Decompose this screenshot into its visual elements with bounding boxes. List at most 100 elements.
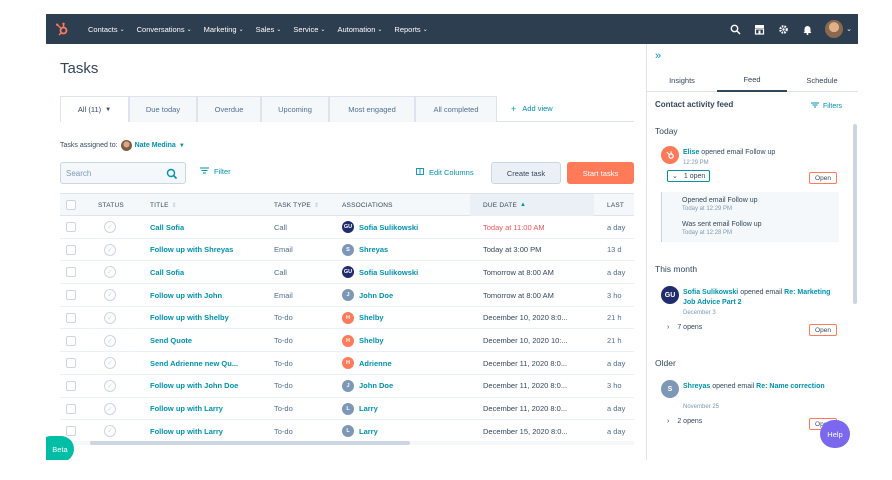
- search-icon[interactable]: [166, 167, 178, 180]
- row-checkbox[interactable]: [66, 380, 76, 391]
- task-title-link[interactable]: Call Sofia: [150, 261, 268, 283]
- checkbox[interactable]: [66, 200, 76, 210]
- task-title-link[interactable]: Follow up with John Doe: [150, 375, 268, 397]
- association-link[interactable]: Larry: [359, 427, 378, 436]
- owner-dropdown[interactable]: Nate Medina: [135, 142, 176, 149]
- horizontal-scrollbar[interactable]: [60, 441, 634, 445]
- col-status[interactable]: STATUS: [98, 194, 124, 216]
- nav-service[interactable]: Service ⌄: [293, 25, 325, 34]
- hubspot-logo-icon[interactable]: [46, 14, 78, 44]
- association-link[interactable]: Shelby: [359, 336, 384, 345]
- complete-task-icon[interactable]: ✓: [104, 311, 116, 324]
- collapse-sidebar-icon[interactable]: »: [655, 50, 661, 62]
- row-checkbox[interactable]: [66, 312, 76, 323]
- gear-icon[interactable]: [771, 14, 795, 44]
- task-title-link[interactable]: Follow up with Larry: [150, 398, 268, 420]
- help-button[interactable]: Help: [820, 420, 850, 448]
- tab-all-completed[interactable]: All completed: [415, 96, 497, 122]
- row-checkbox[interactable]: [66, 403, 76, 414]
- tab-insights[interactable]: Insights: [647, 68, 717, 92]
- nav-marketing[interactable]: Marketing ⌄: [204, 25, 244, 34]
- task-title-link[interactable]: Follow up with Shelby: [150, 307, 268, 329]
- contact-link[interactable]: Sofia Sulikowski: [683, 289, 738, 296]
- association-link[interactable]: Shelby: [359, 313, 384, 322]
- scrollbar-thumb[interactable]: [90, 441, 410, 445]
- complete-task-icon[interactable]: ✓: [104, 357, 116, 370]
- col-title[interactable]: TITLE ⇕: [150, 194, 177, 216]
- row-checkbox[interactable]: [66, 426, 76, 437]
- tab-due-today[interactable]: Due today: [129, 96, 197, 122]
- table-row[interactable]: ✓ Send Quote To-do H Shelby December 10, 2020…: [60, 330, 634, 353]
- row-checkbox[interactable]: [66, 358, 76, 369]
- tab-most-engaged[interactable]: Most engaged: [329, 96, 415, 122]
- sidebar-scrollbar[interactable]: [853, 124, 857, 304]
- complete-task-icon[interactable]: ✓: [104, 221, 116, 233]
- search-icon[interactable]: [723, 14, 747, 44]
- complete-task-icon[interactable]: ✓: [104, 334, 116, 347]
- user-avatar[interactable]: [825, 20, 844, 38]
- task-title-link[interactable]: Call Sofia: [150, 216, 268, 238]
- association-link[interactable]: Adrienne: [359, 359, 392, 368]
- email-link[interactable]: Re: Name correction: [756, 383, 824, 390]
- complete-task-icon[interactable]: ✓: [104, 402, 116, 415]
- tab-all[interactable]: All (11) ▼: [60, 96, 129, 122]
- beta-badge[interactable]: Beta: [46, 436, 74, 460]
- nav-contacts[interactable]: Contacts ⌄: [88, 25, 125, 34]
- col-last[interactable]: LAST: [607, 194, 624, 216]
- complete-task-icon[interactable]: ✓: [104, 425, 116, 438]
- table-row[interactable]: ✓ Follow up with Larry To-do L Larry December…: [60, 398, 634, 421]
- table-row[interactable]: ✓ Call Sofia Call GU Sofia Sulikowski Today a…: [60, 216, 634, 239]
- association-link[interactable]: John Doe: [359, 291, 393, 300]
- opens-toggle[interactable]: › 2 opens: [667, 418, 702, 425]
- complete-task-icon[interactable]: ✓: [104, 243, 116, 256]
- tab-upcoming[interactable]: Upcoming: [261, 96, 329, 122]
- col-associations[interactable]: ASSOCIATIONS: [342, 194, 393, 216]
- association-link[interactable]: John Doe: [359, 381, 393, 390]
- table-row[interactable]: ✓ Follow up with John Doe To-do J John Doe De…: [60, 375, 634, 398]
- feed-filters-button[interactable]: Filters: [811, 102, 842, 110]
- contact-link[interactable]: Elise: [683, 149, 699, 156]
- association-link[interactable]: Shreyas: [359, 245, 388, 254]
- col-task-type[interactable]: TASK TYPE ⇕: [274, 194, 319, 216]
- opens-toggle[interactable]: ⌄ 1 open: [667, 170, 710, 182]
- task-title-link[interactable]: Send Adrienne new Qu...: [150, 352, 268, 374]
- edit-columns-button[interactable]: Edit Columns: [416, 168, 474, 177]
- row-checkbox[interactable]: [66, 335, 76, 346]
- task-title-link[interactable]: Send Quote: [150, 330, 268, 352]
- opens-toggle[interactable]: › 7 opens: [667, 324, 702, 331]
- filter-button[interactable]: Filter: [200, 167, 231, 176]
- table-row[interactable]: ✓ Follow up with John Email J John Doe Tomorr…: [60, 284, 634, 307]
- complete-task-icon[interactable]: ✓: [104, 289, 116, 302]
- marketplace-icon[interactable]: [747, 14, 771, 44]
- contact-link[interactable]: Shreyas: [683, 383, 710, 390]
- table-row[interactable]: ✓ Call Sofia Call GU Sofia Sulikowski Tomorro…: [60, 261, 634, 285]
- row-checkbox[interactable]: [66, 222, 76, 232]
- create-task-button[interactable]: Create task: [491, 162, 561, 184]
- row-checkbox[interactable]: [66, 290, 76, 301]
- nav-reports[interactable]: Reports ⌄: [394, 25, 427, 34]
- task-title-link[interactable]: Follow up with John: [150, 284, 268, 306]
- association-link[interactable]: Sofia Sulikowski: [359, 223, 418, 232]
- start-tasks-button[interactable]: Start tasks: [567, 162, 634, 184]
- association-link[interactable]: Larry: [359, 404, 378, 413]
- row-checkbox[interactable]: [66, 244, 76, 255]
- bell-icon[interactable]: [795, 14, 819, 44]
- tab-schedule[interactable]: Schedule: [787, 68, 857, 92]
- nav-conversations[interactable]: Conversations ⌄: [137, 25, 192, 34]
- complete-task-icon[interactable]: ✓: [104, 379, 116, 392]
- association-link[interactable]: Sofia Sulikowski: [359, 268, 418, 277]
- task-title-link[interactable]: Follow up with Shreyas: [150, 239, 268, 261]
- col-due-date[interactable]: DUE DATE ▲: [470, 194, 594, 216]
- nav-automation[interactable]: Automation ⌄: [337, 25, 382, 34]
- table-row[interactable]: ✓ Send Adrienne new Qu... To-do H Adrienne De…: [60, 352, 634, 375]
- caret-down-icon[interactable]: ▼: [179, 143, 185, 149]
- table-row[interactable]: ✓ Follow up with Larry To-do L Larry December…: [60, 420, 634, 439]
- row-checkbox[interactable]: [66, 267, 76, 278]
- tab-overdue[interactable]: Overdue: [197, 96, 261, 122]
- nav-sales[interactable]: Sales ⌄: [256, 25, 282, 34]
- table-row[interactable]: ✓ Follow up with Shreyas Email S Shreyas Toda…: [60, 239, 634, 262]
- complete-task-icon[interactable]: ✓: [104, 266, 116, 279]
- add-view-button[interactable]: + Add view: [497, 96, 553, 121]
- table-row[interactable]: ✓ Follow up with Shelby To-do H Shelby Decemb…: [60, 307, 634, 330]
- tab-feed[interactable]: Feed: [717, 68, 787, 92]
